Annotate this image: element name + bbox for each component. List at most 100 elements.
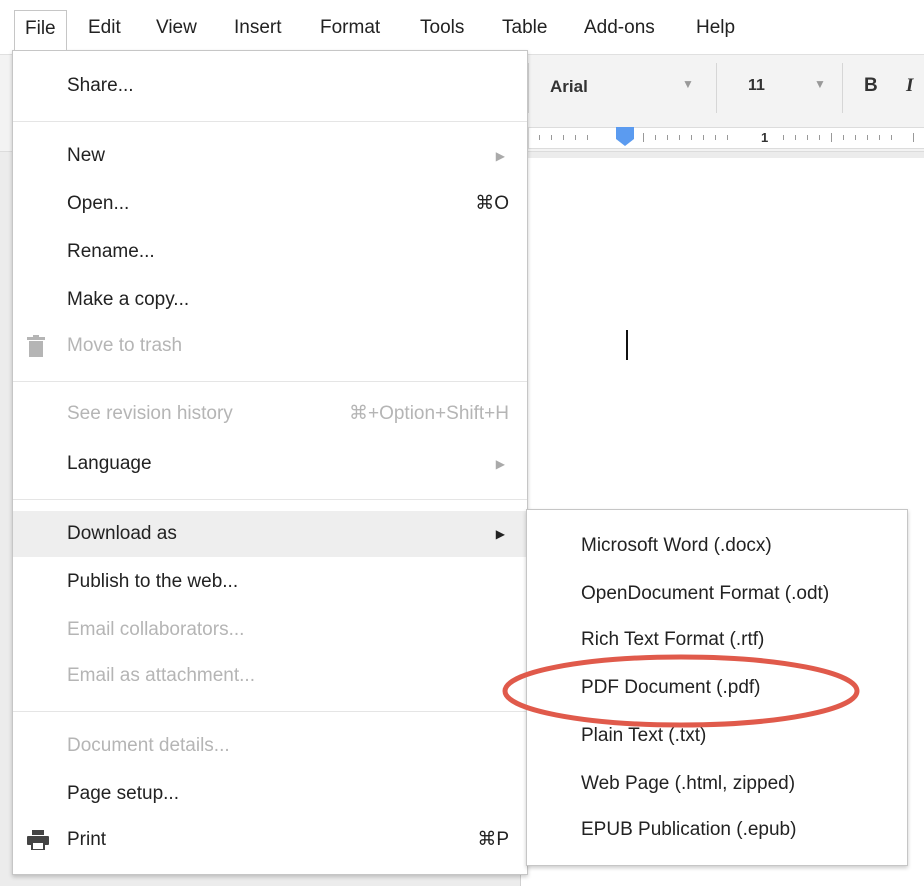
file-menu: Share... New ▶ Open... ⌘O Rename... Make… [12, 50, 528, 875]
download-txt[interactable]: Plain Text (.txt) [527, 712, 907, 760]
ruler-tick [913, 133, 914, 142]
menu-item-download-as[interactable]: Download as ▶ [13, 511, 527, 557]
print-icon [27, 830, 49, 850]
submenu-item-label: Plain Text (.txt) [581, 725, 707, 746]
bold-button[interactable]: B [864, 75, 878, 97]
ruler-tick [563, 135, 564, 140]
submenu-item-label: Rich Text Format (.rtf) [581, 629, 765, 650]
menu-divider [13, 121, 527, 122]
ruler-tick [643, 133, 644, 142]
submenu-item-label: EPUB Publication (.epub) [581, 819, 797, 840]
menu-item-share[interactable]: Share... [13, 63, 527, 109]
menu-item-rename[interactable]: Rename... [13, 229, 527, 275]
ruler-tick [879, 135, 880, 140]
download-docx[interactable]: Microsoft Word (.docx) [527, 522, 907, 570]
ruler-tick [667, 135, 668, 140]
menu-divider [13, 381, 527, 382]
download-html[interactable]: Web Page (.html, zipped) [527, 760, 907, 808]
menu-item-email-attachment: Email as attachment... [13, 653, 527, 699]
ruler-tick [783, 135, 784, 140]
menu-item-label: Email collaborators... [67, 619, 245, 640]
menu-item-publish[interactable]: Publish to the web... [13, 559, 527, 605]
menu-divider [13, 499, 527, 500]
menu-item-label: Language [67, 453, 152, 474]
toolbar-divider [842, 63, 843, 113]
ruler-tick [807, 135, 808, 140]
menu-item-print[interactable]: Print ⌘P [13, 817, 527, 863]
ruler-tick [867, 135, 868, 140]
menu-bar: File Edit View Insert Format Tools Table… [0, 0, 924, 54]
menu-divider [13, 711, 527, 712]
download-epub[interactable]: EPUB Publication (.epub) [527, 806, 907, 854]
ruler-tick [587, 135, 588, 140]
menu-table[interactable]: Table [492, 10, 557, 46]
ruler-tick [575, 135, 576, 140]
menu-item-open[interactable]: Open... ⌘O [13, 181, 527, 227]
shortcut-label: ⌘O [475, 193, 509, 214]
menu-item-page-setup[interactable]: Page setup... [13, 771, 527, 817]
menu-item-label: Page setup... [67, 783, 179, 804]
ruler-tick [819, 135, 820, 140]
ruler-tick [691, 135, 692, 140]
menu-item-label: See revision history [67, 403, 233, 424]
menu-format[interactable]: Format [310, 10, 390, 46]
menu-tools[interactable]: Tools [410, 10, 474, 46]
toolbar-divider [716, 63, 717, 113]
menu-edit[interactable]: Edit [78, 10, 131, 46]
ruler-tick [703, 135, 704, 140]
ruler-tick [843, 135, 844, 140]
submenu-item-label: PDF Document (.pdf) [581, 677, 761, 698]
ruler-tick [831, 133, 832, 142]
indent-marker[interactable] [616, 127, 634, 139]
download-pdf[interactable]: PDF Document (.pdf) [527, 664, 907, 712]
download-odt[interactable]: OpenDocument Format (.odt) [527, 570, 907, 618]
menu-item-label: Make a copy... [67, 289, 190, 310]
menu-item-see-revision-history: See revision history ⌘+Option+Shift+H [13, 391, 527, 437]
menu-item-label: Share... [67, 75, 134, 96]
chevron-down-icon[interactable]: ▼ [814, 77, 826, 91]
ruler-tick [891, 135, 892, 140]
menu-file[interactable]: File [14, 10, 67, 50]
submenu-item-label: Microsoft Word (.docx) [581, 535, 772, 556]
menu-item-make-copy[interactable]: Make a copy... [13, 277, 527, 323]
ruler-number: 1 [761, 130, 769, 145]
trash-icon [27, 335, 45, 357]
submenu-arrow-icon: ▶ [495, 149, 505, 163]
shortcut-label: ⌘P [477, 829, 509, 850]
download-as-submenu: Microsoft Word (.docx) OpenDocument Form… [526, 509, 908, 866]
menu-item-label: Document details... [67, 735, 230, 756]
submenu-item-label: Web Page (.html, zipped) [581, 773, 796, 794]
text-cursor [626, 330, 628, 360]
indent-marker-arrow[interactable] [616, 139, 634, 146]
ruler-tick [539, 135, 540, 140]
menu-help[interactable]: Help [686, 10, 745, 46]
menu-item-email-collaborators: Email collaborators... [13, 607, 527, 653]
chevron-down-icon[interactable]: ▼ [682, 77, 694, 91]
font-family-select[interactable]: Arial [550, 77, 588, 97]
menu-item-label: Publish to the web... [67, 571, 239, 592]
menu-item-label: Download as [67, 523, 177, 544]
font-size-select[interactable]: 11 [748, 77, 765, 95]
submenu-arrow-icon: ▶ [495, 527, 505, 541]
ruler-tick [551, 135, 552, 140]
menu-view[interactable]: View [146, 10, 207, 46]
submenu-item-label: OpenDocument Format (.odt) [581, 583, 830, 604]
ruler-tick [715, 135, 716, 140]
toolbar-divider [528, 63, 529, 113]
ruler-tick [727, 135, 728, 140]
italic-button[interactable]: I [906, 75, 913, 97]
menu-item-label: Open... [67, 193, 130, 214]
shortcut-label: ⌘+Option+Shift+H [348, 403, 509, 424]
menu-item-label: Print [67, 829, 107, 850]
ruler-tick [679, 135, 680, 140]
menu-item-move-to-trash: Move to trash [13, 323, 527, 369]
download-rtf[interactable]: Rich Text Format (.rtf) [527, 616, 907, 664]
ruler-tick [655, 135, 656, 140]
menu-item-label: Rename... [67, 241, 155, 262]
submenu-arrow-icon: ▶ [495, 457, 505, 471]
ruler-tick [855, 135, 856, 140]
menu-add-ons[interactable]: Add-ons [574, 10, 665, 46]
menu-item-language[interactable]: Language ▶ [13, 441, 527, 487]
menu-item-new[interactable]: New ▶ [13, 133, 527, 179]
menu-insert[interactable]: Insert [224, 10, 292, 46]
